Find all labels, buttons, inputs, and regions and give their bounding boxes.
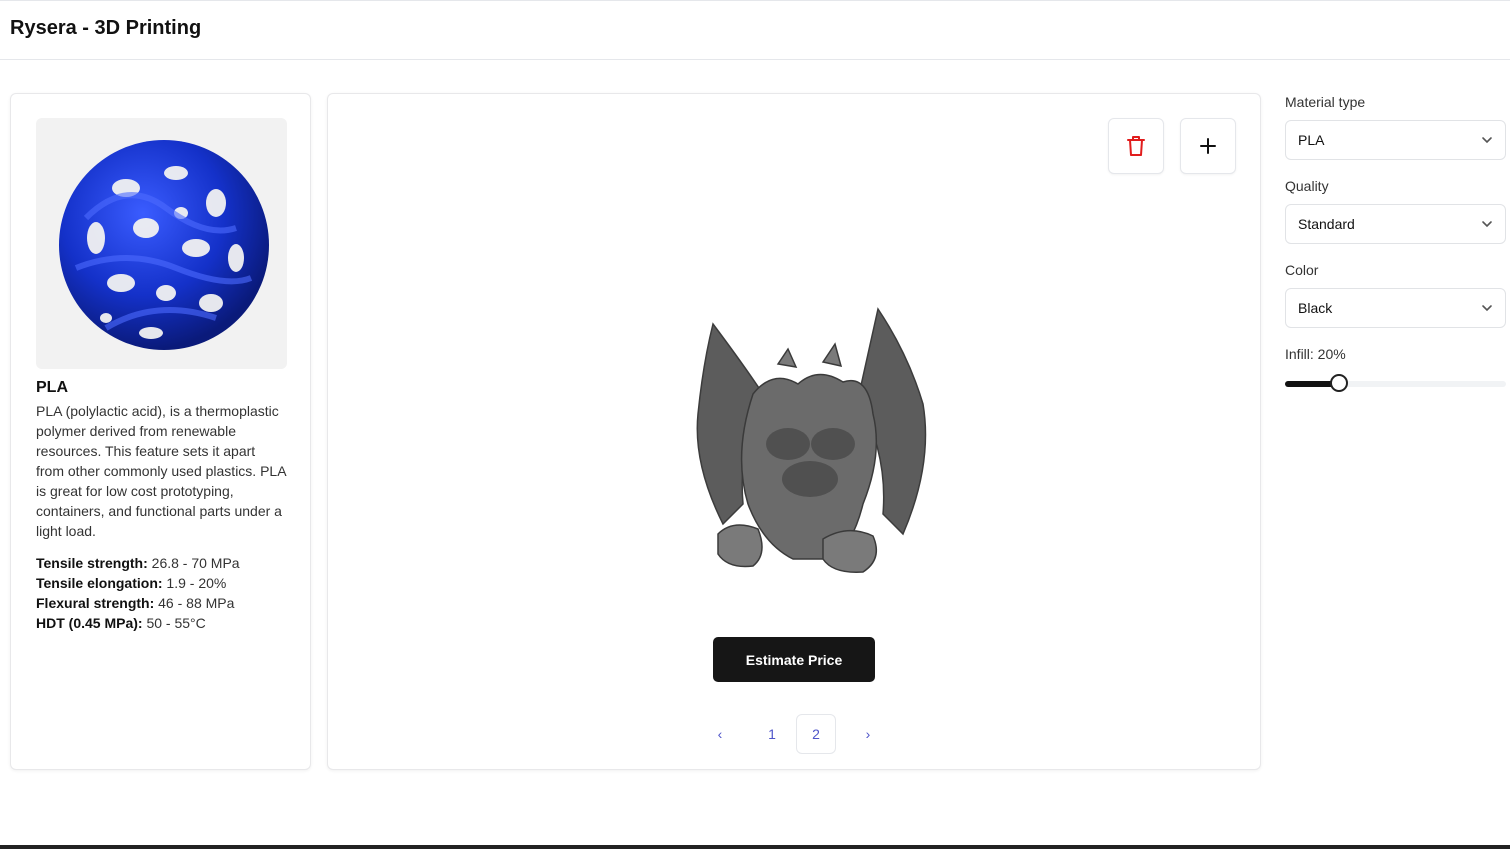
plus-icon [1200,138,1216,154]
bottom-border [0,845,1510,849]
color-value: Black [1298,300,1333,316]
pagination-page-2-current[interactable]: 2 [796,714,836,754]
gargoyle-model-icon [696,307,927,573]
material-type-value: PLA [1298,132,1325,148]
material-name: PLA [36,379,68,396]
pagination-prev-button[interactable]: ‹ [700,714,740,754]
property-row: HDT (0.45 MPa): 50 - 55°C [36,615,206,631]
chevron-down-icon [1482,137,1492,144]
trash-icon [1127,136,1145,156]
quality-value: Standard [1298,216,1355,232]
model-viewer-card: Estimate Price ‹ 1 2 › [327,93,1261,770]
quality-label: Quality [1285,178,1329,194]
chevron-left-icon: ‹ [717,726,723,742]
lattice-sphere-icon [59,140,269,350]
quality-select[interactable]: Standard [1285,204,1506,244]
app-header: Rysera - 3D Printing [0,0,1510,60]
material-type-select[interactable]: PLA [1285,120,1506,160]
delete-model-button[interactable] [1108,118,1164,174]
infill-label: Infill: 20% [1285,346,1346,362]
material-description: PLA (polylactic acid), is a thermoplasti… [36,403,286,539]
property-row: Tensile elongation: 1.9 - 20% [36,575,227,591]
chevron-right-icon: › [865,726,871,742]
chevron-down-icon [1482,305,1492,312]
material-image [36,118,287,369]
property-row: Flexural strength: 46 - 88 MPa [36,595,235,611]
color-label: Color [1285,262,1319,278]
material-properties: Tensile strength: 26.8 - 70 MPa Tensile … [36,553,296,633]
material-type-label: Material type [1285,94,1366,110]
add-model-button[interactable] [1180,118,1236,174]
material-info-card: PLA PLA (polylactic acid), is a thermopl… [10,93,311,770]
estimate-price-button[interactable]: Estimate Price [713,637,875,682]
property-row: Tensile strength: 26.8 - 70 MPa [36,555,240,571]
chevron-down-icon [1482,221,1492,228]
3d-model-preview[interactable] [683,304,943,584]
infill-slider-thumb[interactable] [1329,374,1348,392]
pagination-next-button[interactable]: › [848,714,888,754]
page-title: Rysera - 3D Printing [10,17,202,39]
infill-slider[interactable] [1285,374,1506,392]
pagination-page-1[interactable]: 1 [752,714,792,754]
color-select[interactable]: Black [1285,288,1506,328]
